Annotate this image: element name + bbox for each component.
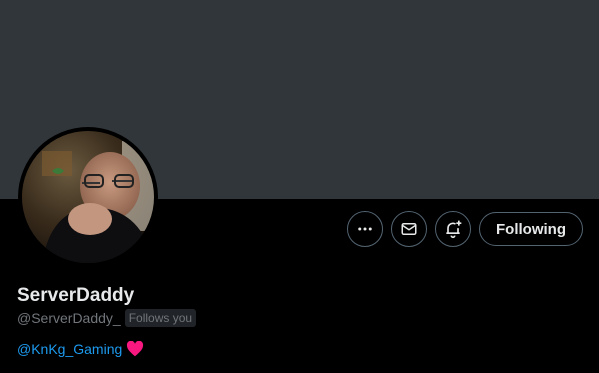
more-horizontal-icon bbox=[356, 220, 374, 238]
profile-bio: @KnKg_Gaming bbox=[17, 341, 144, 357]
handle-row: @ServerDaddy_ Follows you bbox=[17, 309, 197, 327]
username-handle: @ServerDaddy_ bbox=[17, 310, 121, 326]
envelope-icon bbox=[400, 220, 418, 238]
profile-header: Following ServerDaddy @ServerDaddy_ Foll… bbox=[0, 0, 599, 373]
profile-actions: Following bbox=[347, 211, 583, 247]
message-button[interactable] bbox=[391, 211, 428, 247]
following-button[interactable]: Following bbox=[479, 212, 583, 246]
bell-plus-icon bbox=[443, 219, 463, 239]
heart-icon bbox=[126, 341, 144, 357]
display-name: ServerDaddy bbox=[17, 285, 135, 306]
notify-button[interactable] bbox=[435, 211, 472, 247]
more-button[interactable] bbox=[347, 211, 384, 247]
bio-mention-link[interactable]: @KnKg_Gaming bbox=[17, 341, 122, 357]
avatar-photo bbox=[22, 131, 154, 263]
avatar[interactable] bbox=[22, 131, 154, 263]
follows-you-badge: Follows you bbox=[124, 309, 197, 327]
